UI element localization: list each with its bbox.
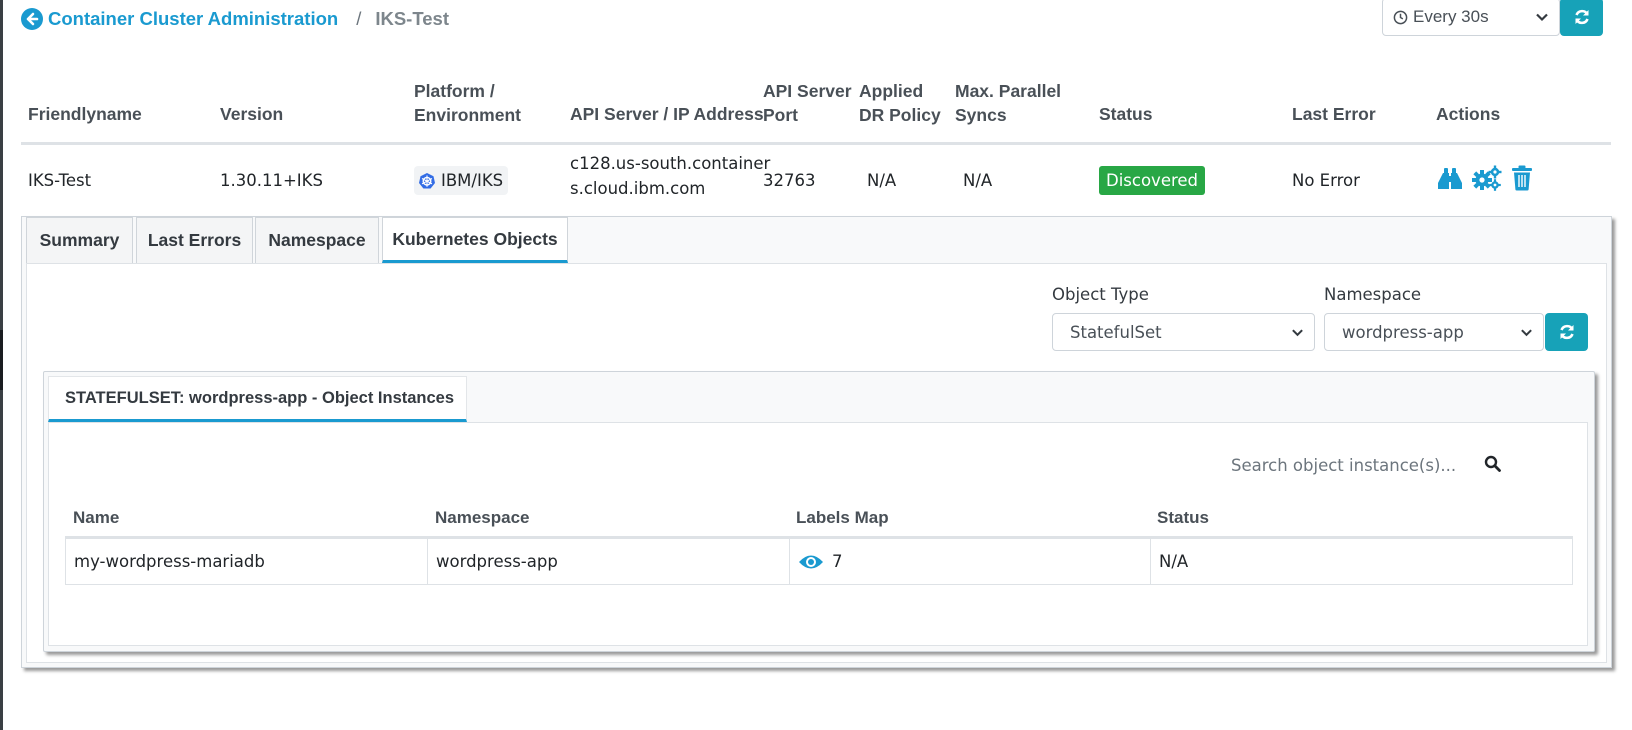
header-labels-map: Labels Map <box>796 508 889 527</box>
object-type-value: StatefulSet <box>1070 322 1162 342</box>
labels-count: 7 <box>832 552 843 571</box>
gears-icon[interactable] <box>1472 165 1502 195</box>
refresh-interval-select[interactable]: Every 30s <box>1382 0 1560 36</box>
cluster-table-header: Friendlyname Version Platform / Environm… <box>21 81 1611 145</box>
breadcrumb-parent-link[interactable]: Container Cluster Administration <box>48 8 338 30</box>
kubernetes-objects-pane: Object Type StatefulSet Namespace wordpr… <box>26 263 1607 663</box>
namespace-label: Namespace <box>1324 285 1422 304</box>
instance-status: N/A <box>1159 552 1189 571</box>
chevron-down-icon <box>1535 10 1549 24</box>
instance-labels-map: 7 <box>790 539 1151 584</box>
search-input[interactable]: Search object instance(s)... <box>1231 456 1456 475</box>
object-instances-panel: STATEFULSET: wordpress-app - Object Inst… <box>43 371 1595 652</box>
cluster-detail-panel: Summary Last Errors Namespace Kubernetes… <box>21 216 1612 668</box>
row-friendlyname: IKS-Test <box>28 171 92 190</box>
header-platform-line1: Platform / <box>414 81 495 101</box>
namespace-value: wordpress-app <box>1342 322 1464 342</box>
header-api-server: API Server / IP Address <box>570 104 764 124</box>
instances-table-header: Name Namespace Labels Map Status <box>65 503 1573 539</box>
header-dr-line1: Applied <box>859 81 924 101</box>
header-max-syncs: Max. Parallel Syncs <box>955 79 1061 127</box>
sync-icon <box>1557 322 1577 342</box>
header-port-line1: API Server <box>763 81 852 101</box>
row-max-syncs: N/A <box>963 171 993 190</box>
row-api-server-line1: c128.us-south.container <box>570 154 771 173</box>
header-last-error: Last Error <box>1292 104 1376 124</box>
tab-kubernetes-objects[interactable]: Kubernetes Objects <box>382 217 568 263</box>
kubernetes-icon <box>418 172 436 190</box>
breadcrumb-current: IKS-Test <box>375 8 450 29</box>
header-instance-status: Status <box>1157 508 1209 527</box>
instance-search[interactable]: Search object instance(s)... <box>1231 453 1501 477</box>
row-version: 1.30.11+IKS <box>220 171 323 190</box>
platform-badge: IBM/IKS <box>414 166 509 195</box>
search-icon[interactable] <box>1484 455 1501 472</box>
header-status: Status <box>1099 104 1153 124</box>
platform-value: IBM/IKS <box>441 171 504 190</box>
tab-summary[interactable]: Summary <box>26 217 133 263</box>
header-platform-line2: Environment <box>414 105 521 125</box>
binoculars-icon[interactable] <box>1437 167 1463 195</box>
tab-namespace[interactable]: Namespace <box>255 217 379 263</box>
header-syncs-line2: Syncs <box>955 105 1007 125</box>
cluster-row[interactable]: IKS-Test 1.30.11+IKS IBM/IKS c128.us-sou… <box>21 145 1611 217</box>
row-status: Discovered <box>1099 166 1206 195</box>
namespace-select[interactable]: wordpress-app <box>1324 313 1544 351</box>
chevron-down-icon <box>1520 326 1533 339</box>
header-friendlyname: Friendlyname <box>28 104 142 124</box>
object-instances-body: Search object instance(s)... Name Namesp… <box>48 422 1588 646</box>
header-name: Name <box>73 508 120 527</box>
object-instances-tab[interactable]: STATEFULSET: wordpress-app - Object Inst… <box>48 376 467 422</box>
eye-icon[interactable] <box>798 553 824 571</box>
header-syncs-line1: Max. Parallel <box>955 81 1062 101</box>
refresh-button[interactable] <box>1560 0 1603 36</box>
clock-icon <box>1393 10 1408 25</box>
header-actions: Actions <box>1436 104 1501 124</box>
row-port: 32763 <box>763 171 816 190</box>
row-api-server-line2: s.cloud.ibm.com <box>570 179 706 198</box>
instance-name: my-wordpress-mariadb <box>66 539 428 584</box>
header-port-line2: Port <box>763 105 798 125</box>
object-type-label: Object Type <box>1052 285 1149 304</box>
row-dr-policy: N/A <box>867 171 897 190</box>
header-dr-line2: DR Policy <box>859 105 941 125</box>
tab-last-errors[interactable]: Last Errors <box>136 217 253 263</box>
sync-icon <box>1572 7 1592 27</box>
row-last-error: No Error <box>1292 171 1360 190</box>
trash-icon[interactable] <box>1511 165 1533 195</box>
header-dr-policy: Applied DR Policy <box>859 79 941 127</box>
breadcrumb-separator: / <box>356 8 362 29</box>
header-namespace: Namespace <box>435 508 530 527</box>
header-version: Version <box>220 104 284 124</box>
object-type-select[interactable]: StatefulSet <box>1052 313 1315 351</box>
instance-namespace: wordpress-app <box>428 539 790 584</box>
refresh-interval-value: Every 30s <box>1413 7 1489 26</box>
header-port: API Server Port <box>763 79 852 127</box>
row-api-server: c128.us-south.container s.cloud.ibm.com <box>570 151 770 201</box>
table-row[interactable]: my-wordpress-mariadb wordpress-app 7 N/A <box>65 539 1573 585</box>
left-edge-strip <box>0 0 3 730</box>
back-arrow-icon[interactable] <box>21 8 43 30</box>
status-badge: Discovered <box>1099 166 1206 195</box>
header-platform: Platform / Environment <box>414 79 521 127</box>
row-platform: IBM/IKS <box>414 166 509 197</box>
chevron-down-icon <box>1291 326 1304 339</box>
reload-objects-button[interactable] <box>1545 313 1588 351</box>
breadcrumb: Container Cluster Administration / IKS-T… <box>21 8 449 30</box>
